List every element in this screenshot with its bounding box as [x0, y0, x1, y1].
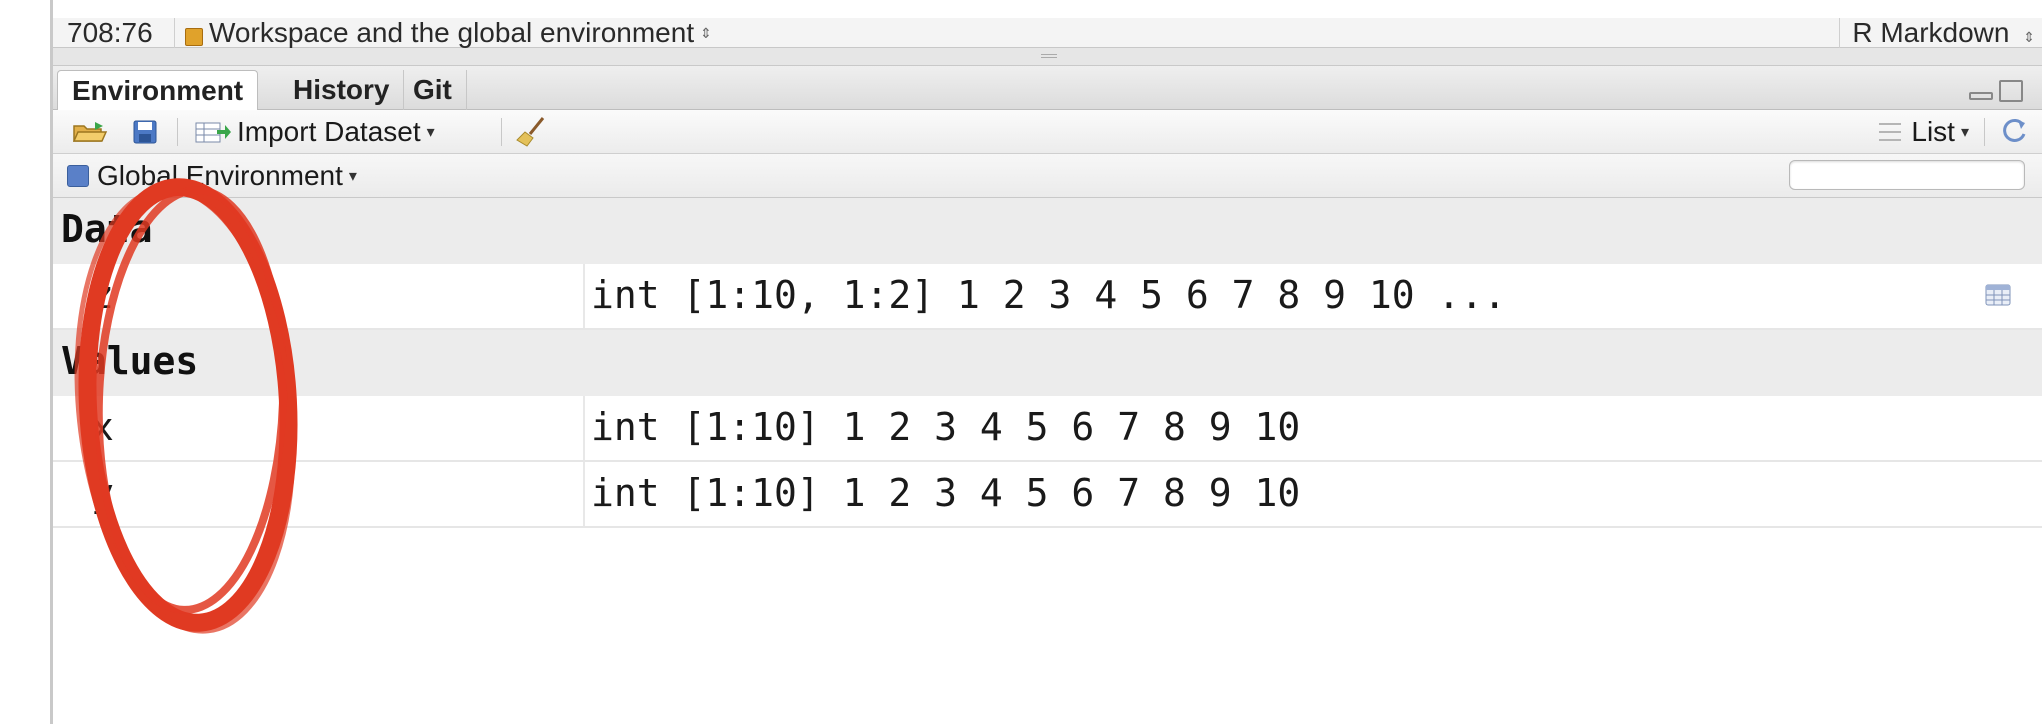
scope-icon: [185, 27, 203, 46]
doc-type-selector[interactable]: R Markdown ⇕: [1839, 18, 2035, 48]
minimize-icon[interactable]: [1969, 92, 1993, 100]
table-row[interactable]: z int [1:10, 1:2] 1 2 3 4 5 6 7 8 9 10 .…: [53, 264, 2042, 330]
object-name: z: [53, 264, 585, 328]
cursor-position: 708:76: [53, 17, 175, 48]
section-header-values: Values: [53, 330, 2042, 396]
environment-search-input[interactable]: [1789, 160, 2025, 190]
table-row[interactable]: x int [1:10] 1 2 3 4 5 6 7 8 9 10: [53, 396, 2042, 462]
window-controls: [1969, 80, 2023, 102]
pane-splitter[interactable]: [53, 48, 2042, 66]
toolbar-divider: [177, 118, 178, 146]
chevron-down-icon: ▾: [1960, 124, 1969, 141]
environment-bar: Global Environment ▾: [53, 154, 2042, 198]
object-name: y: [53, 462, 585, 526]
view-mode-selector[interactable]: List ▾: [1879, 110, 1969, 154]
import-dataset-button[interactable]: Import Dataset ▾: [195, 110, 435, 154]
chevron-down-icon: ▾: [426, 124, 435, 141]
environment-icon: [67, 165, 89, 187]
table-row[interactable]: y int [1:10] 1 2 3 4 5 6 7 8 9 10: [53, 462, 2042, 528]
toolbar-divider: [501, 118, 502, 146]
toolbar-divider: [1984, 118, 1985, 146]
splitter-grip-icon: [1041, 54, 1057, 58]
chevron-down-icon: ▾: [348, 168, 357, 185]
object-name: x: [53, 396, 585, 460]
environment-toolbar: Import Dataset ▾ List ▾: [53, 110, 2042, 154]
environment-label: Global Environment: [97, 160, 343, 191]
refresh-icon[interactable]: [1999, 116, 2029, 146]
tab-history[interactable]: History: [279, 70, 405, 110]
broom-icon[interactable]: [515, 116, 547, 148]
environment-table: Data z int [1:10, 1:2] 1 2 3 4 5 6 7 8 9…: [53, 198, 2042, 528]
tab-environment[interactable]: Environment: [57, 70, 259, 110]
import-dataset-icon: [195, 122, 231, 143]
doc-type-label: R Markdown: [1852, 18, 2010, 48]
open-folder-icon[interactable]: [73, 120, 109, 142]
scope-selector[interactable]: Workspace and the global environment ⇕: [175, 18, 712, 48]
section-header-data: Data: [53, 198, 2042, 264]
list-icon: [1879, 123, 1902, 141]
updown-icon: ⇕: [2023, 29, 2035, 45]
tab-git[interactable]: Git: [399, 70, 467, 110]
editor-status-bar: 708:76 Workspace and the global environm…: [53, 17, 2042, 48]
object-value: int [1:10] 1 2 3 4 5 6 7 8 9 10: [591, 405, 1301, 449]
object-value: int [1:10] 1 2 3 4 5 6 7 8 9 10: [591, 471, 1301, 515]
table-viewer-icon[interactable]: [1985, 284, 2011, 306]
tab-bar: Environment History Git: [53, 66, 2042, 110]
scope-label: Workspace and the global environment: [209, 17, 695, 48]
import-dataset-label: Import Dataset: [237, 116, 421, 147]
environment-selector[interactable]: Global Environment ▾: [67, 154, 357, 198]
updown-icon: ⇕: [700, 24, 712, 41]
view-mode-label: List: [1911, 116, 1955, 147]
object-value: int [1:10, 1:2] 1 2 3 4 5 6 7 8 9 10 ...: [591, 273, 1507, 317]
environment-pane: 708:76 Workspace and the global environm…: [50, 0, 2042, 724]
maximize-icon[interactable]: [1999, 80, 2023, 102]
save-icon[interactable]: [133, 120, 157, 144]
